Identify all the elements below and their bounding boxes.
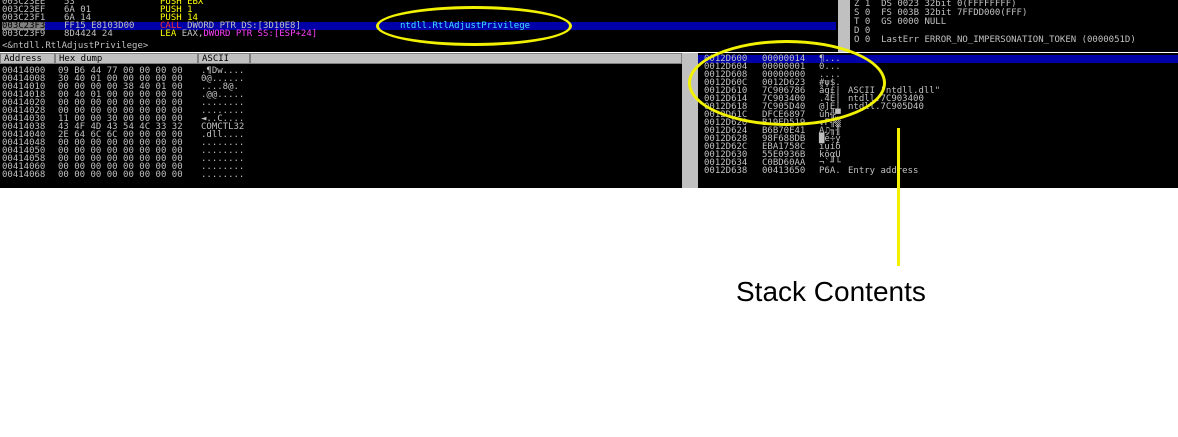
register-lines: Z 1 DS 0023 32bit 0(FFFFFFFF) S 0 FS 003B…	[854, 0, 1136, 45]
dump-header-hex[interactable]: Hex dump	[55, 53, 198, 64]
disasm-operand: DWORD PTR SS:[ESP+24]	[203, 29, 318, 39]
dump-address: 00414068	[2, 170, 46, 180]
disassembly-info-line: <&ntdll.RtlAdjustPrivilege>	[2, 41, 149, 51]
highlight-ellipse-stack-top	[688, 40, 886, 126]
disasm-mnemonic: LEA	[160, 29, 182, 39]
disasm-hex: 8D4424 24	[64, 29, 113, 39]
dump-ascii: ........	[201, 170, 245, 180]
highlight-ellipse-call-target	[376, 6, 572, 46]
stack-address: 0012D638	[704, 166, 748, 176]
register-line: O 0 LastErr ERROR_NO_IMPERSONATION_TOKEN…	[854, 35, 1136, 45]
stack-ascii: P6A.	[819, 166, 841, 176]
disasm-instruction: LEA EAX,DWORD PTR SS:[ESP+24]	[160, 29, 318, 39]
registers-pane[interactable]: Z 1 DS 0023 32bit 0(FFFFFFFF) S 0 FS 003B…	[850, 0, 1178, 52]
annotation-caption: Stack Contents	[736, 276, 926, 307]
disasm-operand: EAX,	[181, 29, 204, 39]
dump-header-address[interactable]: Address	[0, 53, 55, 64]
dump-hex: 00 00 00 00 00 00 00 00	[58, 170, 183, 180]
disasm-address: 003C23F9	[2, 29, 46, 39]
register-line: T 0 GS 0000 NULL	[854, 17, 947, 27]
annotation-pointer-line	[897, 128, 900, 266]
disassembly-scrollbar[interactable]	[838, 0, 850, 52]
dump-header-filler	[250, 53, 682, 64]
dump-header-ascii[interactable]: ASCII	[198, 53, 250, 64]
stack-value: 00413650	[762, 166, 806, 176]
stack-comment: Entry address	[848, 166, 919, 176]
dump-pane[interactable]: 00414000 09 B6 44 77 00 00 00 00 .¶Dw.... 0…	[0, 64, 682, 188]
